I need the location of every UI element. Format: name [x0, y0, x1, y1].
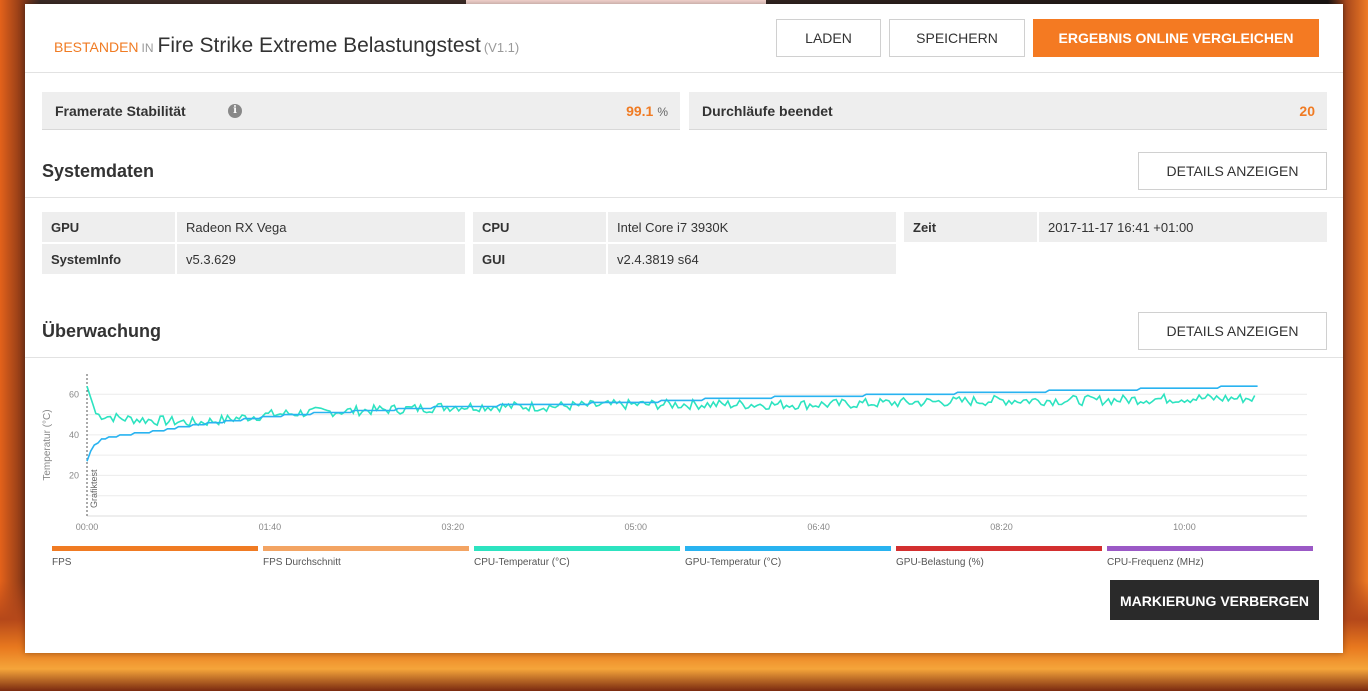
title-connector: IN: [141, 41, 154, 55]
loops-completed-value: 20: [1299, 103, 1315, 119]
y-axis-label: Temperatur (°C): [42, 409, 53, 480]
sysinfo-value: v5.3.629: [186, 252, 236, 267]
sysinfo-row-gpu: GPU Radeon RX Vega: [42, 212, 465, 242]
row-separator: [606, 244, 608, 274]
legend-label: GPU-Belastung (%): [896, 557, 984, 568]
status-badge: BESTANDEN: [54, 39, 139, 55]
legend-swatch: [1107, 546, 1313, 551]
loops-completed-stat: Durchläufe beendet 20: [689, 92, 1327, 130]
sysinfo-row-gui: GUI v2.4.3819 s64: [473, 244, 896, 274]
legend-item[interactable]: CPU-Frequenz (MHz): [1107, 546, 1313, 576]
x-tick-label: 00:00: [76, 522, 99, 532]
series-line: [86, 385, 1256, 427]
legend-item[interactable]: GPU-Belastung (%): [896, 546, 1102, 576]
y-tick-label: 40: [69, 430, 79, 440]
loops-completed-label: Durchläufe beendet: [702, 103, 833, 119]
framerate-stability-stat: Framerate Stabilität i 99.1%: [42, 92, 680, 130]
marker-label: Grafiktest: [89, 469, 99, 508]
title-line: BESTANDEN IN Fire Strike Extreme Belastung…: [54, 34, 519, 58]
version-label: (V1.1): [483, 40, 520, 55]
info-icon[interactable]: i: [228, 104, 242, 118]
sysinfo-key: GPU: [51, 220, 80, 235]
sysinfo-key: SystemInfo: [51, 252, 122, 267]
system-details-button[interactable]: DETAILS ANZEIGEN: [1138, 152, 1327, 190]
x-tick-label: 10:00: [1173, 522, 1196, 532]
legend-item[interactable]: FPS: [52, 546, 258, 576]
system-divider: [25, 197, 1343, 198]
x-tick-label: 03:20: [442, 522, 465, 532]
sysinfo-key: CPU: [482, 220, 510, 235]
y-tick-label: 60: [69, 389, 79, 399]
sysinfo-value: Radeon RX Vega: [186, 220, 287, 235]
load-button[interactable]: LADEN: [776, 19, 881, 57]
monitoring-section-title: Überwachung: [42, 321, 162, 341]
sysinfo-key: Zeit: [913, 220, 937, 235]
x-tick-label: 06:40: [807, 522, 830, 532]
legend-swatch: [263, 546, 469, 551]
monitoring-details-button[interactable]: DETAILS ANZEIGEN: [1138, 312, 1327, 350]
legend-item[interactable]: CPU-Temperatur (°C): [474, 546, 680, 576]
legend-swatch: [896, 546, 1102, 551]
x-tick-label: 01:40: [259, 522, 282, 532]
sysinfo-row-cpu: CPU Intel Core i7 3930K: [473, 212, 896, 242]
row-separator: [175, 244, 177, 274]
monitoring-divider: [25, 357, 1343, 358]
sysinfo-row-systeminfo: SystemInfo v5.3.629: [42, 244, 465, 274]
compare-online-button[interactable]: ERGEBNIS ONLINE VERGLEICHEN: [1033, 19, 1319, 57]
legend-swatch: [52, 546, 258, 551]
x-tick-label: 08:20: [990, 522, 1013, 532]
row-separator: [1037, 212, 1039, 242]
y-tick-label: 20: [69, 470, 79, 480]
row-separator: [175, 212, 177, 242]
sysinfo-row-time: Zeit 2017-11-17 16:41 +01:00: [904, 212, 1327, 242]
legend-swatch: [474, 546, 680, 551]
framerate-stability-value: 99.1: [626, 103, 654, 119]
series-line: [86, 385, 1258, 462]
monitoring-chart: 20 40 60 00:00 01:40 03:20 05:00 06:40 08:20 10:0…: [42, 374, 1307, 532]
legend-item[interactable]: GPU-Temperatur (°C): [685, 546, 891, 576]
legend-item[interactable]: FPS Durchschnitt: [263, 546, 469, 576]
legend-label: GPU-Temperatur (°C): [685, 557, 782, 568]
sysinfo-key: GUI: [482, 252, 506, 267]
legend-label: CPU-Frequenz (MHz): [1107, 557, 1204, 568]
framerate-stability-value-wrap: 99.1%: [626, 103, 668, 119]
system-section-title: Systemdaten: [42, 161, 155, 181]
hide-markers-button[interactable]: MARKIERUNG VERBERGEN: [1110, 580, 1319, 620]
framerate-stability-label: Framerate Stabilität: [55, 103, 186, 119]
sysinfo-value: Intel Core i7 3930K: [617, 220, 729, 235]
legend-swatch: [685, 546, 891, 551]
framerate-stability-unit: %: [657, 105, 668, 119]
sysinfo-value: 2017-11-17 16:41 +01:00: [1048, 220, 1194, 235]
page-title: Fire Strike Extreme Belastungstest: [157, 34, 481, 57]
x-tick-label: 05:00: [624, 522, 647, 532]
sysinfo-value: v2.4.3819 s64: [617, 252, 699, 267]
legend-label: CPU-Temperatur (°C): [474, 557, 570, 568]
legend-label: FPS: [52, 557, 72, 568]
legend-label: FPS Durchschnitt: [263, 557, 341, 568]
result-panel: BESTANDEN IN Fire Strike Extreme Belastung…: [25, 4, 1343, 653]
result-header: BESTANDEN IN Fire Strike Extreme Belastung…: [25, 4, 1343, 73]
save-button[interactable]: SPEICHERN: [889, 19, 1025, 57]
row-separator: [606, 212, 608, 242]
